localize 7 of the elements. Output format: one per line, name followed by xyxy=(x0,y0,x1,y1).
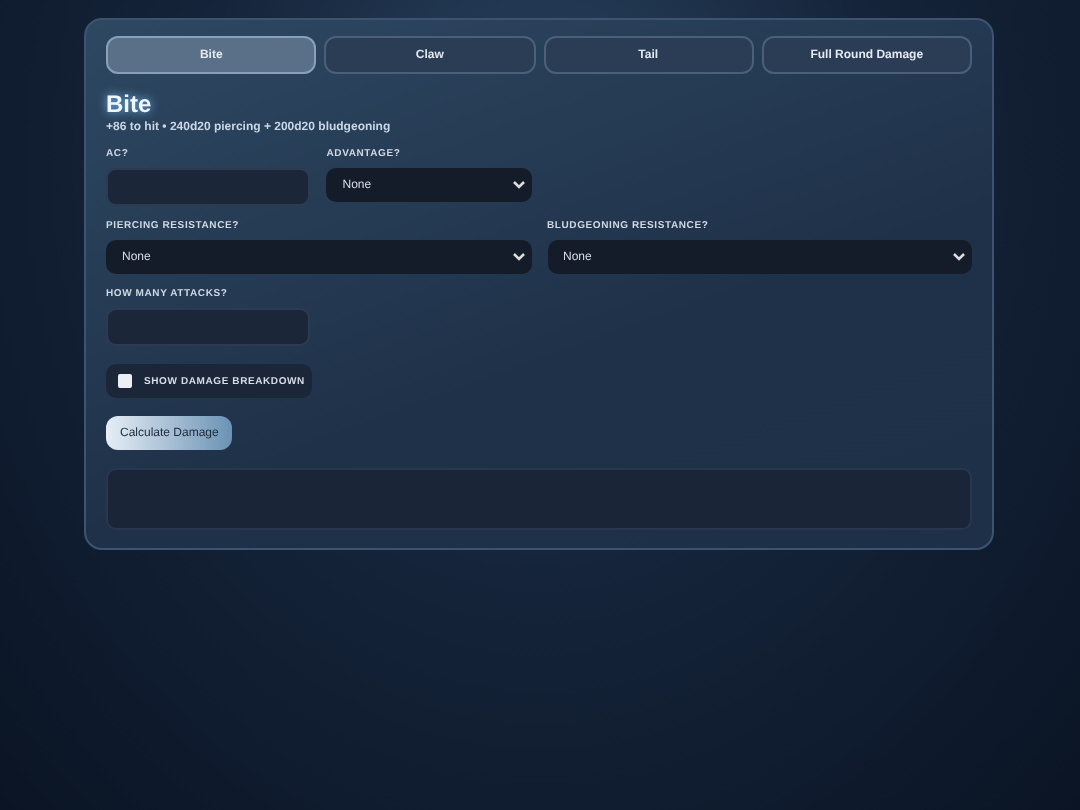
chevron-icon xyxy=(511,180,525,190)
chevron-icon xyxy=(511,252,525,262)
chevron-icon xyxy=(952,252,966,262)
input-field[interactable] xyxy=(106,308,311,346)
input-field[interactable] xyxy=(106,168,311,206)
checkbox[interactable] xyxy=(118,374,132,388)
attack-title: Bite xyxy=(106,90,154,118)
